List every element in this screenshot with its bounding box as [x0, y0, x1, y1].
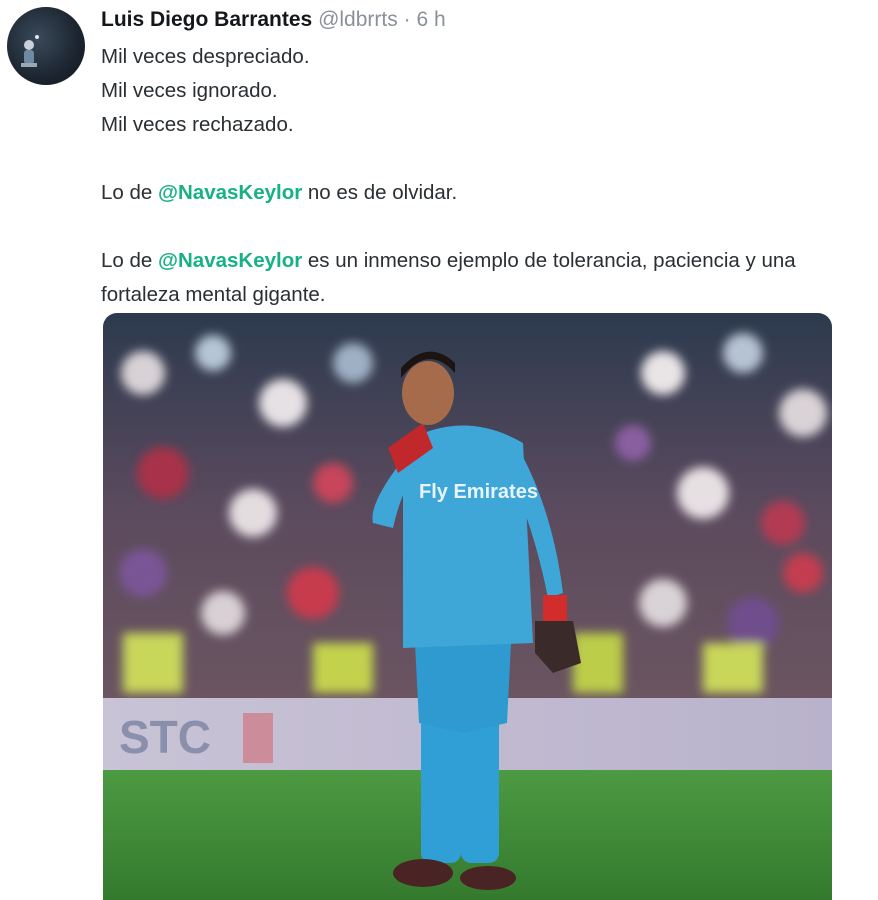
text-fragment: Lo de [101, 249, 158, 272]
tweet-header: Luis Diego Barrantes @ldbrrts · 6 h [101, 8, 446, 32]
avatar-image [21, 35, 39, 67]
mention-link[interactable]: @NavasKeylor [158, 181, 302, 204]
goalkeeper-photo: STC Fly Emirates [103, 313, 832, 900]
text-line: Mil veces rechazado. [101, 113, 294, 136]
text-line: Mil veces ignorado. [101, 79, 278, 102]
author-name[interactable]: Luis Diego Barrantes [101, 8, 312, 31]
tweet-photo[interactable]: STC Fly Emirates [103, 313, 832, 900]
text-fragment: Lo de [101, 181, 158, 204]
tweet-text: Mil veces despreciado. Mil veces ignorad… [101, 40, 871, 312]
mention-link[interactable]: @NavasKeylor [158, 249, 302, 272]
text-paragraph: Lo de @NavasKeylor es un inmenso ejemplo… [101, 244, 871, 312]
jersey-sponsor: Fly Emirates [419, 481, 538, 503]
author-handle[interactable]: @ldbrrts [318, 8, 398, 31]
text-fragment: no es de olvidar. [302, 181, 458, 204]
separator-dot: · [403, 8, 411, 31]
avatar[interactable] [7, 7, 85, 85]
text-paragraph: Lo de @NavasKeylor no es de olvidar. [101, 176, 871, 210]
tweet-timestamp[interactable]: 6 h [416, 8, 445, 31]
tweet-card[interactable]: Luis Diego Barrantes @ldbrrts · 6 h Mil … [0, 0, 878, 900]
text-line: Mil veces despreciado. [101, 45, 310, 68]
board-text: STC [119, 711, 211, 763]
